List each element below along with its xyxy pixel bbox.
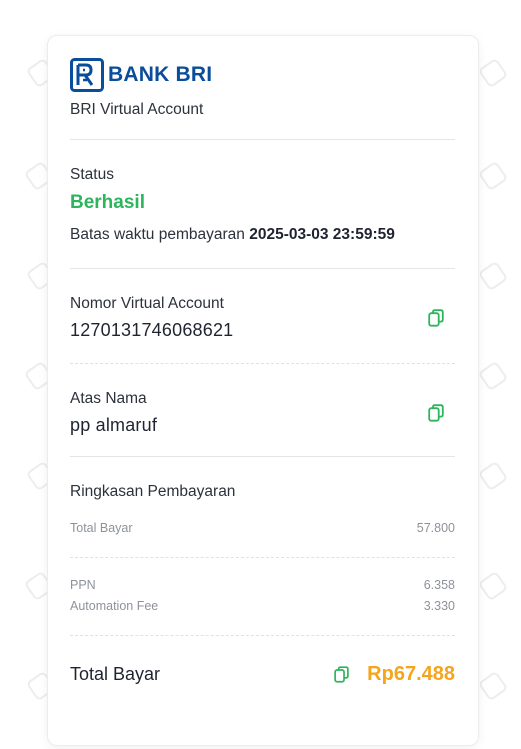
payment-deadline: Batas waktu pembayaran 2025-03-03 23:59:… (70, 226, 455, 244)
summary-total-value: 57.800 (416, 521, 455, 535)
payment-summary-section: Ringkasan Pembayaran Total Bayar 57.800 (70, 483, 455, 535)
copy-icon (333, 665, 349, 683)
grand-total-label: Total Bayar (70, 663, 161, 684)
divider (70, 456, 455, 457)
deadline-label: Batas waktu pembayaran (70, 226, 245, 243)
status-section: Status Berhasil Batas waktu pembayaran 2… (70, 166, 455, 244)
payment-card: BANK BRI BRI Virtual Account Status Berh… (47, 35, 479, 746)
grand-total-row: Total Bayar Rp67.488 (70, 662, 455, 686)
automation-fee-value: 3.330 (423, 599, 455, 613)
payment-summary-title: Ringkasan Pembayaran (70, 483, 236, 500)
va-number-section: Nomor Virtual Account 1270131746068621 (70, 295, 455, 341)
status-label: Status (70, 166, 114, 183)
copy-amount-button[interactable] (329, 662, 353, 686)
divider (70, 268, 455, 269)
automation-fee-label: Automation Fee (70, 599, 159, 613)
copy-va-button[interactable] (424, 306, 448, 330)
copy-holder-button[interactable] (424, 401, 448, 425)
divider (70, 139, 455, 140)
bri-logo-icon (70, 58, 104, 92)
copy-icon (428, 309, 444, 327)
summary-total-row: Total Bayar 57.800 (70, 521, 455, 535)
status-value: Berhasil (70, 192, 145, 213)
summary-total-label: Total Bayar (70, 521, 133, 535)
copy-icon (428, 404, 444, 422)
bank-logo: BANK BRI (70, 58, 455, 92)
va-number-label: Nomor Virtual Account (70, 295, 224, 312)
divider (70, 557, 455, 558)
divider (70, 363, 455, 364)
automation-fee-row: Automation Fee 3.330 (70, 599, 455, 613)
account-holder-label: Atas Nama (70, 390, 147, 407)
ppn-value: 6.358 (423, 578, 455, 592)
ppn-label: PPN (70, 578, 96, 592)
bank-logo-text: BANK BRI (108, 63, 213, 86)
va-number-value: 1270131746068621 (70, 320, 234, 340)
account-holder-section: Atas Nama pp almaruf (70, 390, 455, 436)
payment-method-title: BRI Virtual Account (70, 101, 204, 118)
ppn-row: PPN 6.358 (70, 578, 455, 592)
account-holder-value: pp almaruf (70, 415, 158, 435)
deadline-value: 2025-03-03 23:59:59 (249, 226, 395, 243)
divider (70, 635, 455, 636)
grand-total-amount: Rp67.488 (367, 662, 455, 685)
